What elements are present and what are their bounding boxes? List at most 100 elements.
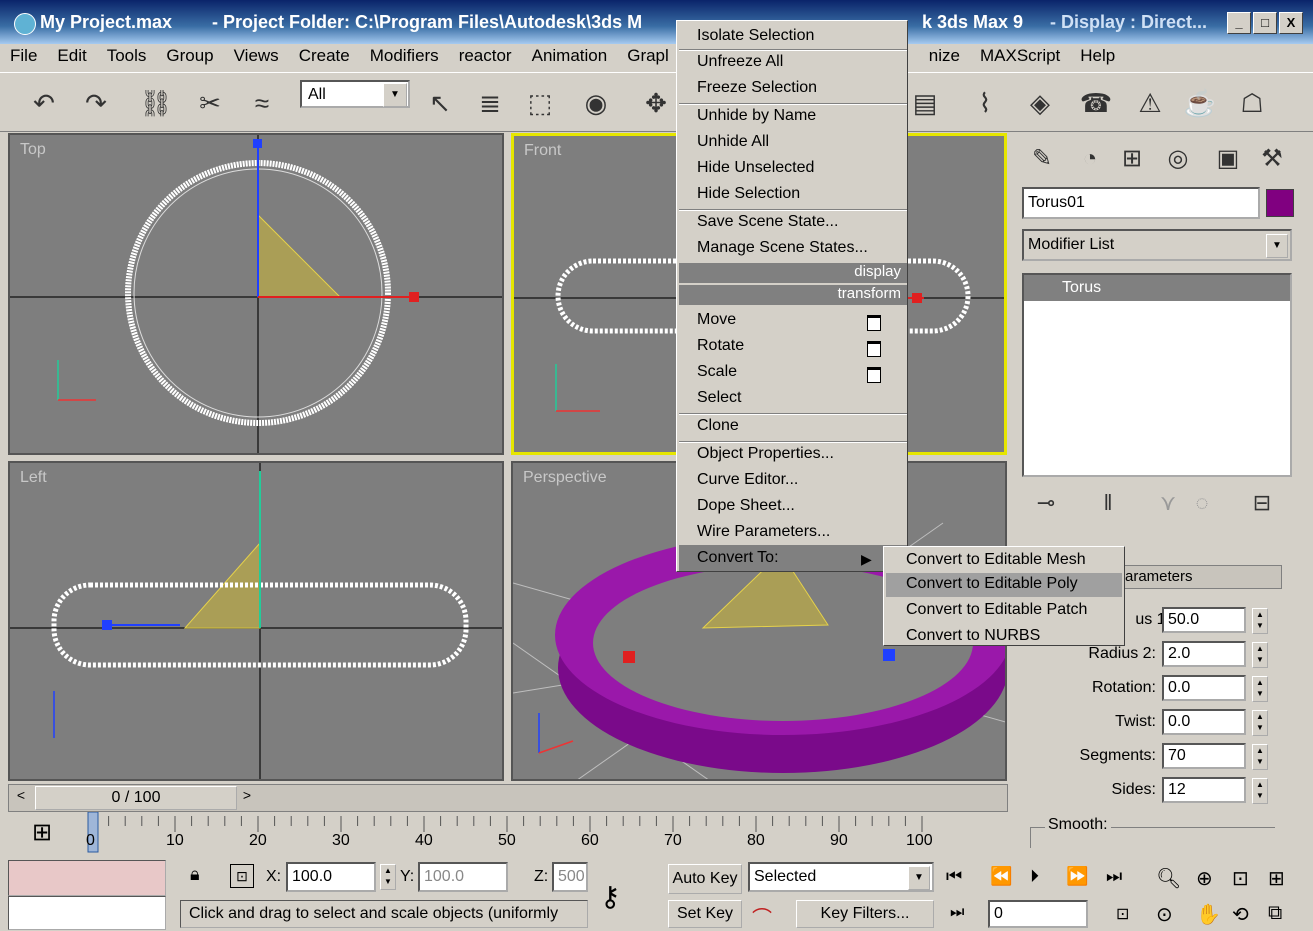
- redo-icon[interactable]: ↷: [76, 83, 116, 123]
- menu-customize[interactable]: nize: [919, 44, 970, 70]
- next-frame-icon[interactable]: ⏩: [1066, 866, 1088, 887]
- minimize-button[interactable]: _: [1227, 12, 1251, 34]
- param-sides-spinner[interactable]: ▲ ▼: [1252, 778, 1268, 804]
- move-settings-icon[interactable]: [867, 315, 881, 331]
- param-radius1-field[interactable]: 50.0: [1162, 607, 1246, 633]
- pin-stack-icon[interactable]: ⊸: [1026, 483, 1066, 523]
- key-mode-dropdown[interactable]: Selected ▼: [748, 862, 934, 892]
- quick-render-icon[interactable]: ☕: [1180, 83, 1220, 123]
- go-to-end-icon[interactable]: ⏭: [1106, 866, 1122, 887]
- maximize-button[interactable]: □: [1253, 12, 1277, 34]
- param-rotation-spinner[interactable]: ▲ ▼: [1252, 676, 1268, 702]
- object-color-swatch[interactable]: [1266, 189, 1294, 217]
- display-tab-icon[interactable]: ▣: [1208, 139, 1248, 179]
- menu-item-isolate-selection[interactable]: Isolate Selection: [697, 27, 814, 45]
- param-radius2-field[interactable]: 2.0: [1162, 641, 1246, 667]
- maximize-viewport-icon[interactable]: ⧉: [1268, 902, 1282, 925]
- set-key-button[interactable]: Set Key: [668, 900, 742, 928]
- maxscript-input[interactable]: [8, 896, 166, 930]
- menu-item-freeze-selection[interactable]: Freeze Selection: [697, 79, 817, 97]
- hierarchy-tab-icon[interactable]: ⊞: [1112, 139, 1152, 179]
- unlink-icon[interactable]: ✂: [190, 83, 230, 123]
- modifier-list-dropdown[interactable]: Modifier List ▼: [1022, 229, 1292, 261]
- go-to-start-icon[interactable]: ⏮: [946, 866, 962, 887]
- menu-item-convert-editable-patch[interactable]: Convert to Editable Patch: [906, 601, 1087, 619]
- zoom-icon[interactable]: 🔍︎: [1156, 866, 1181, 891]
- motion-tab-icon[interactable]: ◎: [1158, 139, 1198, 179]
- close-button[interactable]: X: [1279, 12, 1303, 34]
- menu-edit[interactable]: Edit: [47, 44, 96, 70]
- menu-item-unfreeze-all[interactable]: Unfreeze All: [697, 53, 783, 71]
- pan-hand-icon[interactable]: ✋: [1196, 902, 1221, 927]
- select-by-name-icon[interactable]: ≣: [470, 83, 510, 123]
- modifier-stack[interactable]: Torus: [1022, 273, 1292, 477]
- menu-item-save-scene-state[interactable]: Save Scene State...: [697, 213, 838, 231]
- menu-item-unhide-all[interactable]: Unhide All: [697, 133, 769, 151]
- modify-tab-icon[interactable]: ◔: [1070, 139, 1110, 179]
- viewport-left[interactable]: Left: [8, 461, 504, 781]
- menu-item-hide-selection[interactable]: Hide Selection: [697, 185, 800, 203]
- param-radius2-spinner[interactable]: ▲ ▼: [1252, 642, 1268, 668]
- time-configuration-icon[interactable]: ⊡: [1116, 904, 1129, 924]
- create-tab-icon[interactable]: ✎: [1022, 139, 1062, 179]
- key-filters-button[interactable]: Key Filters...: [796, 900, 934, 928]
- viewport-top[interactable]: Top: [8, 133, 504, 455]
- menu-item-select[interactable]: Select: [697, 389, 741, 407]
- x-coordinate-field[interactable]: 100.0: [286, 862, 376, 892]
- render-frame-icon[interactable]: ⚠: [1130, 83, 1170, 123]
- orbit-icon[interactable]: ⟲: [1232, 902, 1249, 927]
- menu-group[interactable]: Group: [156, 44, 223, 70]
- curve-editor-icon[interactable]: ⌇: [965, 83, 1005, 123]
- menu-animation[interactable]: Animation: [522, 44, 618, 70]
- menu-item-convert-to[interactable]: Convert To:: [697, 549, 779, 567]
- time-slider[interactable]: < 0 / 100 >: [8, 784, 1008, 812]
- menu-item-object-properties[interactable]: Object Properties...: [697, 445, 834, 463]
- field-of-view-icon[interactable]: ⊙: [1156, 902, 1173, 927]
- menu-item-unhide-by-name[interactable]: Unhide by Name: [697, 107, 816, 125]
- chevron-right-icon[interactable]: >: [237, 787, 257, 807]
- rect-select-icon[interactable]: ⬚: [520, 83, 560, 123]
- app-icon[interactable]: [14, 13, 36, 35]
- rotate-settings-icon[interactable]: [867, 341, 881, 357]
- menu-maxscript[interactable]: MAXScript: [970, 44, 1070, 70]
- selection-filter-dropdown[interactable]: All ▼: [300, 80, 410, 108]
- default-in-out-tangent-icon[interactable]: ⌒: [752, 902, 772, 931]
- key-icon[interactable]: ⚷: [600, 880, 621, 913]
- menu-create[interactable]: Create: [289, 44, 360, 70]
- menu-item-convert-editable-mesh[interactable]: Convert to Editable Mesh: [906, 551, 1086, 569]
- stack-item-torus[interactable]: Torus: [1024, 275, 1290, 301]
- menu-item-hide-unselected[interactable]: Hide Unselected: [697, 159, 814, 177]
- menu-item-move[interactable]: Move: [697, 311, 736, 329]
- object-name-field[interactable]: Torus01: [1022, 187, 1260, 219]
- render-last-icon[interactable]: ☖: [1232, 83, 1272, 123]
- param-rotation-field[interactable]: 0.0: [1162, 675, 1246, 701]
- zoom-extents-icon[interactable]: ⊡: [1232, 866, 1249, 891]
- param-twist-spinner[interactable]: ▲ ▼: [1252, 710, 1268, 736]
- time-slider-thumb[interactable]: 0 / 100: [35, 786, 237, 810]
- window-crossing-icon[interactable]: ◉: [576, 83, 616, 123]
- menu-item-manage-scene-states[interactable]: Manage Scene States...: [697, 239, 868, 257]
- menu-modifiers[interactable]: Modifiers: [360, 44, 449, 70]
- menu-views[interactable]: Views: [224, 44, 289, 70]
- mini-curve-editor-icon[interactable]: ⊞: [20, 818, 64, 854]
- undo-icon[interactable]: ↶: [24, 83, 64, 123]
- move-icon[interactable]: ✥: [636, 83, 676, 123]
- lock-icon[interactable]: 🔒︎: [190, 864, 200, 885]
- param-sides-field[interactable]: 12: [1162, 777, 1246, 803]
- param-radius1-spinner[interactable]: ▲ ▼: [1252, 608, 1268, 634]
- link-icon[interactable]: ⛓: [136, 83, 176, 123]
- show-end-result-icon[interactable]: ‖: [1088, 483, 1128, 523]
- maxscript-listener-mini[interactable]: [8, 860, 166, 896]
- play-icon[interactable]: ⏵: [1030, 866, 1039, 887]
- menu-file[interactable]: File: [0, 44, 47, 70]
- menu-item-curve-editor[interactable]: Curve Editor...: [697, 471, 798, 489]
- param-segments-field[interactable]: 70: [1162, 743, 1246, 769]
- z-coordinate-field[interactable]: 500: [552, 862, 588, 892]
- menu-item-dope-sheet[interactable]: Dope Sheet...: [697, 497, 795, 515]
- material-editor-icon[interactable]: ◈: [1020, 83, 1060, 123]
- utilities-tab-icon[interactable]: ⚒: [1252, 139, 1292, 179]
- menu-tools[interactable]: Tools: [97, 44, 157, 70]
- menu-item-scale[interactable]: Scale: [697, 363, 737, 381]
- param-twist-field[interactable]: 0.0: [1162, 709, 1246, 735]
- chevron-left-icon[interactable]: <: [11, 787, 31, 807]
